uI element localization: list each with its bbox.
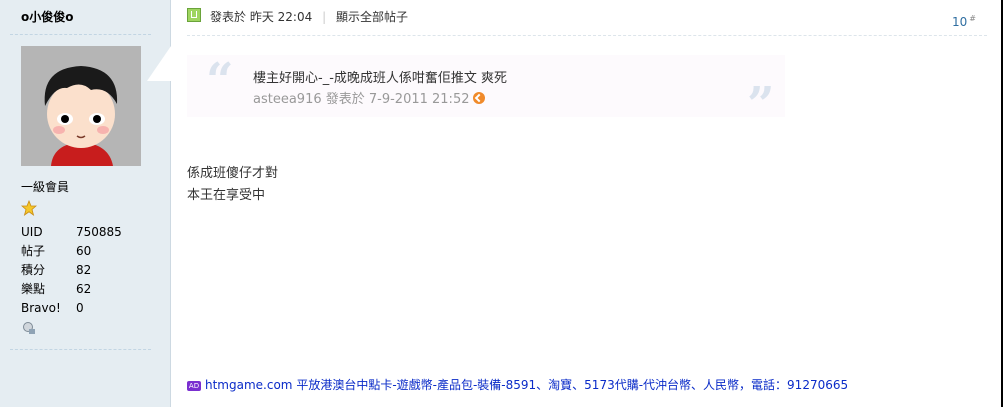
post-header: 發表於 昨天 22:04 | 顯示全部帖子 10 # bbox=[187, 7, 987, 29]
open-quote-icon: “ bbox=[206, 53, 234, 109]
posted-time: 昨天 22:04 bbox=[249, 10, 313, 24]
stat-value[interactable]: 750885 bbox=[76, 223, 122, 242]
floor-number[interactable]: 10 bbox=[952, 15, 967, 29]
post-meta: 發表於 昨天 22:04 | 顯示全部帖子 bbox=[210, 7, 408, 27]
quote-author-line: asteea916 發表於 7-9-2011 21:52 bbox=[253, 88, 486, 107]
ad-link[interactable]: AD htmgame.com 平放港澳台中點卡-遊戲幣-產品包-裝備-8591、淘… bbox=[187, 376, 848, 393]
stat-value: 0 bbox=[76, 301, 84, 315]
quote-author: asteea916 發表於 7-9-2011 21:52 bbox=[253, 92, 470, 107]
sidebar-divider bbox=[10, 34, 151, 35]
floor-sup: # bbox=[969, 14, 976, 23]
online-status-icon bbox=[187, 8, 201, 22]
post-body-line: 本王在享受中 bbox=[187, 188, 266, 203]
stat-uid: UID 750885 bbox=[21, 223, 141, 242]
star-icon bbox=[20, 199, 38, 216]
header-divider bbox=[187, 35, 987, 36]
sidebar-divider bbox=[10, 349, 151, 350]
show-all-posts-link[interactable]: 顯示全部帖子 bbox=[336, 10, 408, 24]
stat-bravo: Bravo! 0 bbox=[21, 299, 141, 318]
ad-badge: AD bbox=[187, 381, 201, 391]
ad-text[interactable]: 平放港澳台中點卡-遊戲幣-產品包-裝備-8591、淘寶、5173代購-代沖台幣、… bbox=[293, 378, 848, 392]
stat-posts: 帖子 60 bbox=[21, 242, 141, 261]
stat-label: 帖子 bbox=[21, 244, 46, 258]
avatar[interactable] bbox=[21, 46, 141, 166]
stat-label: UID bbox=[21, 225, 43, 239]
send-message-icon[interactable] bbox=[22, 321, 36, 335]
meta-separator: | bbox=[322, 10, 327, 24]
author-username[interactable]: o小俊俊o bbox=[21, 8, 74, 25]
ad-site[interactable]: htmgame.com bbox=[205, 378, 293, 392]
floor-number-link[interactable]: 10 # bbox=[952, 9, 976, 32]
quote-text: 樓主好開心-_-成晚成班人係咁奮佢推文 爽死 bbox=[253, 71, 508, 86]
stat-label: Bravo! bbox=[21, 301, 61, 315]
stat-label: 樂點 bbox=[21, 282, 46, 296]
quote-block: “ 樓主好開心-_-成晚成班人係咁奮佢推文 爽死 asteea916 發表於 7… bbox=[187, 53, 785, 129]
stat-label: 積分 bbox=[21, 263, 46, 277]
stat-value: 62 bbox=[76, 282, 92, 296]
jump-to-post-icon[interactable] bbox=[473, 92, 486, 104]
stat-value[interactable]: 60 bbox=[76, 242, 91, 261]
avatar-pointer bbox=[147, 46, 171, 81]
posted-prefix: 發表於 bbox=[210, 10, 247, 24]
author-stats: UID 750885 帖子 60 積分 82 樂點 62 Bravo! 0 bbox=[21, 223, 141, 318]
author-rank[interactable]: 一級會員 bbox=[21, 178, 69, 195]
close-quote-icon: ” bbox=[747, 77, 775, 133]
stat-value: 82 bbox=[76, 263, 92, 277]
author-sidebar: o小俊俊o 一級會員 UID 750885 帖子 60 積分 82 樂點 62 … bbox=[0, 0, 171, 407]
stat-points: 積分 82 bbox=[21, 261, 141, 280]
stat-fun-points: 樂點 62 bbox=[21, 280, 141, 299]
post-body-line: 係成班傻仔才對 bbox=[187, 166, 279, 181]
